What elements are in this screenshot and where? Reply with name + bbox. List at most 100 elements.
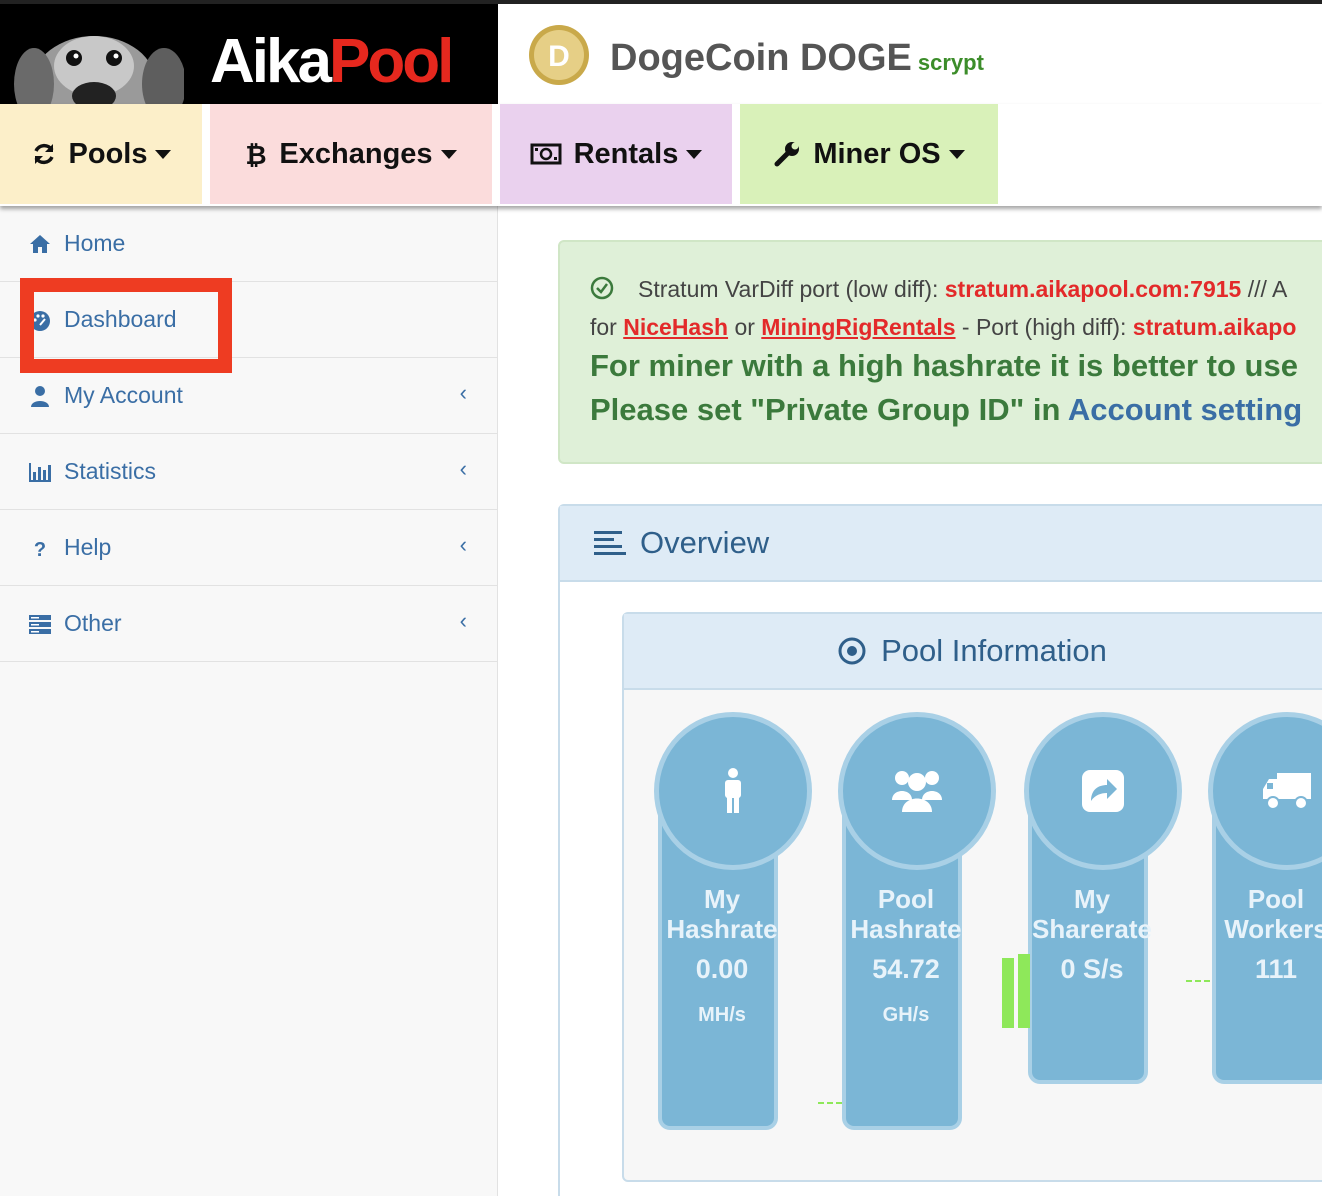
nav-miner-os-label: Miner OS [813, 137, 941, 170]
nicehash-link[interactable]: NiceHash [623, 314, 728, 340]
overview-panel: Overview Pool Information My Hashrate 0.0… [558, 504, 1322, 1196]
nav-pools-label: Pools [68, 137, 148, 170]
sparkline-bar [1002, 958, 1014, 1028]
chevron-left-icon[interactable]: ‹ [460, 380, 467, 406]
sidebar-item-label: Help [64, 534, 112, 560]
alert-high-hashrate-text: For miner with a high hashrate it is bet… [590, 348, 1298, 383]
stat-circle [1024, 712, 1182, 870]
caret-down-icon [440, 149, 457, 159]
alert-private-group-line: Please set "Private Group ID" in Account… [590, 392, 1302, 428]
stat-circle [838, 712, 996, 870]
caret-down-icon [155, 149, 172, 159]
wrench-icon [774, 142, 800, 167]
site-logo[interactable]: AikaPool [0, 4, 498, 104]
stat-value: 54.72 [872, 954, 940, 984]
refresh-icon [33, 143, 54, 165]
coin-title: DogeCoin DOGE scrypt [610, 37, 984, 80]
caret-down-icon [948, 149, 965, 159]
question-icon: ? [34, 539, 46, 560]
stat-label-line-1: My [1073, 884, 1111, 914]
dot-circle-icon [838, 637, 866, 665]
stat-label-line-1: Pool [1247, 884, 1305, 914]
nav-rentals[interactable]: Rentals [500, 104, 732, 204]
nav-rentals-label: Rentals [573, 137, 679, 170]
stat-label: Pool Hashrate [836, 884, 976, 944]
nav-miner-os[interactable]: Miner OS [740, 104, 998, 204]
alert-line-2: for NiceHash or MiningRigRentals - Port … [590, 314, 1296, 341]
sidebar-item-label: My Account [64, 382, 183, 408]
miningrigrentals-link[interactable]: MiningRigRentals [761, 314, 955, 340]
pool-information-title: Pool Information [881, 633, 1107, 668]
alert-stratum-text: Stratum VarDiff port (low diff): [638, 276, 945, 302]
stat-label-line-2: Sharerate [1032, 914, 1152, 944]
sidebar-item-label: Other [64, 610, 122, 636]
stat-value: 111 [1254, 954, 1298, 984]
alert-for-text: for [590, 314, 624, 340]
users-icon [892, 771, 942, 812]
coin-logo-letter: D [548, 40, 570, 73]
sidebar-item-home[interactable]: Home [0, 206, 497, 282]
account-settings-link[interactable]: Account setting [1068, 392, 1302, 427]
coin-header: D DogeCoin DOGE scrypt [498, 4, 1322, 104]
user-icon [31, 385, 49, 407]
sidebar-item-label: Home [64, 230, 126, 256]
brand-part-2: Pool [328, 27, 454, 96]
sidebar-item-other[interactable]: Other ‹ [0, 586, 497, 662]
stat-label-line-2: Hashrate [850, 914, 962, 944]
bitcoin-icon: ₿ [246, 141, 267, 168]
brand-name: AikaPool [210, 26, 454, 97]
sparkline-dash [818, 1102, 842, 1104]
alert-high-diff-address: stratum.aikapo [1132, 314, 1297, 340]
caret-down-icon [686, 149, 703, 159]
person-icon [725, 768, 741, 813]
stat-label-line-1: My [703, 884, 741, 914]
sparkline-dash [1186, 980, 1210, 982]
alert-or-text: or [728, 314, 762, 340]
share-icon [1082, 770, 1124, 812]
chevron-left-icon[interactable]: ‹ [460, 608, 467, 634]
truck-icon [1263, 773, 1311, 810]
alert-private-group-text: Please set "Private Group ID" in [590, 392, 1068, 427]
stat-label: Pool Workers [1206, 884, 1322, 944]
pool-information-panel: Pool Information My Hashrate 0.00 MH/s Po… [622, 612, 1322, 1182]
sidebar-item-statistics[interactable]: Statistics ‹ [0, 434, 497, 510]
chevron-left-icon[interactable]: ‹ [460, 532, 467, 558]
stat-value: 0 S/s [1060, 954, 1124, 984]
chevron-left-icon[interactable]: ‹ [460, 456, 467, 482]
align-left-icon [594, 531, 626, 555]
alert-port-text: - Port (high diff): [955, 314, 1133, 340]
stat-label: My Sharerate [1022, 884, 1162, 944]
alert-stratum-tail: /// A [1241, 276, 1288, 302]
nav-pools[interactable]: Pools [0, 104, 202, 204]
top-navbar: Pools ₿ Exchanges Rentals Miner OS [0, 104, 1322, 206]
stat-label-line-2: Hashrate [666, 914, 778, 944]
home-icon [30, 234, 50, 253]
svg-text:₿: ₿ [246, 141, 267, 168]
brand-part-1: Aika [210, 27, 332, 96]
stratum-info-alert: Stratum VarDiff port (low diff): stratum… [558, 240, 1322, 464]
sidebar-item-label: Statistics [64, 458, 157, 484]
money-icon [530, 143, 562, 165]
coin-algo: scrypt [917, 50, 984, 75]
dogecoin-logo-icon: D [529, 25, 589, 85]
alert-line-1: Stratum VarDiff port (low diff): stratum… [590, 276, 1287, 303]
pool-information-header: Pool Information [624, 614, 1322, 690]
overview-title: Overview [640, 525, 770, 560]
stat-unit: MH/s [698, 1004, 746, 1026]
stat-value: 0.00 [695, 954, 749, 984]
stat-label: My Hashrate [652, 884, 792, 944]
stat-label-line-1: Pool [877, 884, 935, 914]
nav-exchanges-label: Exchanges [279, 137, 433, 170]
coin-name: DogeCoin DOGE [610, 37, 912, 79]
check-circle-icon [590, 276, 614, 300]
svg-text:?: ? [34, 539, 46, 560]
sidebar-item-help[interactable]: ? Help ‹ [0, 510, 497, 586]
alert-stratum-address: stratum.aikapool.com:7915 [944, 276, 1242, 302]
stat-circle [654, 712, 812, 870]
stat-label-line-2: Workers [1224, 914, 1322, 944]
server-icon [29, 614, 51, 634]
overview-header: Overview [560, 506, 1322, 582]
nav-exchanges[interactable]: ₿ Exchanges [210, 104, 492, 204]
dashboard-highlight-annotation [20, 278, 232, 373]
main-content: Stratum VarDiff port (low diff): stratum… [498, 206, 1322, 1196]
